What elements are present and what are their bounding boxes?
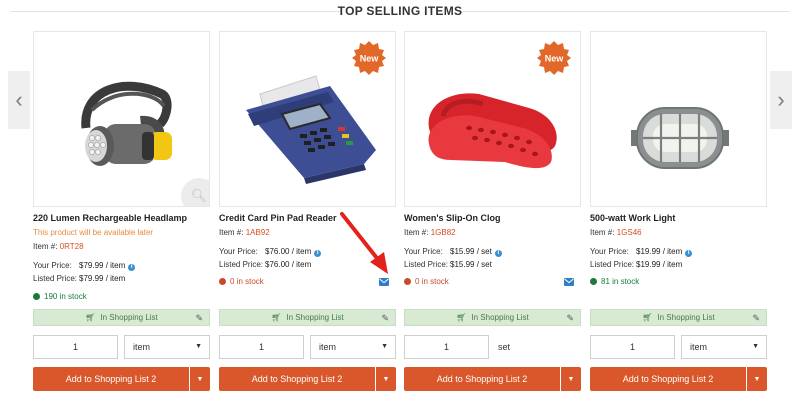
product-name[interactable]: 220 Lumen Rechargeable Headlamp <box>33 213 187 223</box>
quantity-input[interactable]: 1 <box>33 335 118 359</box>
new-badge: New <box>352 41 386 75</box>
cart-icon: 🛒︎ <box>271 313 282 322</box>
add-to-list-dropdown-button[interactable]: ▼ <box>561 367 581 391</box>
cart-icon: 🛒︎ <box>642 313 653 322</box>
in-shopping-list-bar[interactable]: 🛒︎ In Shopping List ✎ <box>219 309 396 326</box>
item-number: Item #: 1AB92 <box>219 228 270 237</box>
listed-price: Listed Price: $15.99 / set <box>404 260 492 269</box>
item-code-link[interactable]: 1AB92 <box>246 228 270 237</box>
unit-label: set <box>498 342 511 352</box>
cart-icon: 🛒︎ <box>85 313 96 322</box>
product-card: 🔍︎ 220 Lumen Rechargeable Headlamp This … <box>33 31 210 401</box>
item-code-link[interactable]: 1GS46 <box>617 228 642 237</box>
listed-price: Listed Price: $19.99 / item <box>590 260 683 269</box>
new-badge: New <box>537 41 571 75</box>
your-price: Your Price: $79.99 / item i <box>33 261 136 271</box>
item-code-link[interactable]: 0RT28 <box>60 242 84 251</box>
info-icon[interactable]: i <box>494 250 502 257</box>
add-to-list-dropdown-button[interactable]: ▼ <box>190 367 210 391</box>
info-icon[interactable]: i <box>314 250 322 257</box>
product-image-link[interactable]: New <box>219 31 396 207</box>
quantity-input[interactable]: 1 <box>404 335 489 359</box>
unit-select[interactable]: item ▼ <box>681 335 767 359</box>
unit-select[interactable]: item ▼ <box>124 335 210 359</box>
chevron-right-icon: › <box>777 87 785 112</box>
section-header: TOP SELLING ITEMS <box>0 0 800 22</box>
out-of-stock-dot-icon <box>404 278 411 285</box>
add-to-shopping-list-button[interactable]: Add to Shopping List 2 <box>590 367 746 391</box>
section-title: TOP SELLING ITEMS <box>337 4 463 18</box>
quantity-input[interactable]: 1 <box>219 335 304 359</box>
add-to-list-dropdown-button[interactable]: ▼ <box>747 367 767 391</box>
availability-note: This product will be available later <box>33 228 154 237</box>
item-number: Item #: 1GB82 <box>404 228 456 237</box>
product-card: New Women's Slip-On Clog Item #: 1GB82 Y… <box>404 31 581 401</box>
out-of-stock-dot-icon <box>219 278 226 285</box>
chevron-left-icon: ‹ <box>15 87 23 112</box>
caret-down-icon: ▼ <box>381 343 388 350</box>
stock-status: 0 in stock <box>404 277 449 286</box>
product-image-link[interactable] <box>590 31 767 207</box>
carousel-next-button[interactable]: › <box>770 71 792 129</box>
headlamp-image <box>81 81 172 166</box>
in-shopping-list-bar[interactable]: 🛒︎ In Shopping List ✎ <box>33 309 210 326</box>
info-icon[interactable]: i <box>128 264 136 271</box>
edit-pencil-icon[interactable]: ✎ <box>566 313 574 324</box>
carousel-prev-button[interactable]: ‹ <box>8 71 30 129</box>
edit-pencil-icon[interactable]: ✎ <box>381 313 389 324</box>
svg-text:New: New <box>360 54 380 64</box>
your-price: Your Price: $15.99 / set i <box>404 247 502 257</box>
add-to-shopping-list-button[interactable]: Add to Shopping List 2 <box>219 367 375 391</box>
annotation-arrow-icon <box>340 212 388 274</box>
product-image-link[interactable]: New <box>404 31 581 207</box>
item-number: Item #: 1GS46 <box>590 228 642 237</box>
zoom-icon[interactable]: 🔍︎ <box>181 178 209 206</box>
mail-notify-icon[interactable] <box>564 278 574 286</box>
product-name[interactable]: 500-watt Work Light <box>590 213 675 223</box>
quantity-input[interactable]: 1 <box>590 335 675 359</box>
add-to-shopping-list-button[interactable]: Add to Shopping List 2 <box>404 367 560 391</box>
item-number: Item #: 0RT28 <box>33 242 84 251</box>
caret-down-icon: ▼ <box>753 375 761 383</box>
listed-price: Listed Price: $79.99 / item <box>33 274 126 283</box>
edit-pencil-icon[interactable]: ✎ <box>195 313 203 324</box>
caret-down-icon: ▼ <box>567 375 575 383</box>
caret-down-icon: ▼ <box>382 375 390 383</box>
stock-status: 81 in stock <box>590 277 639 286</box>
caret-down-icon: ▼ <box>196 375 204 383</box>
in-shopping-list-bar[interactable]: 🛒︎ In Shopping List ✎ <box>404 309 581 326</box>
product-card: 500-watt Work Light Item #: 1GS46 Your P… <box>590 31 767 401</box>
cart-icon: 🛒︎ <box>456 313 467 322</box>
listed-price: Listed Price: $76.00 / item <box>219 260 312 269</box>
product-image-link[interactable]: 🔍︎ <box>33 31 210 207</box>
work-light-image <box>631 107 729 169</box>
your-price: Your Price: $76.00 / item i <box>219 247 322 257</box>
add-to-list-dropdown-button[interactable]: ▼ <box>376 367 396 391</box>
stock-status: 190 in stock <box>33 292 87 301</box>
add-to-shopping-list-button[interactable]: Add to Shopping List 2 <box>33 367 189 391</box>
product-name[interactable]: Women's Slip-On Clog <box>404 213 500 223</box>
edit-pencil-icon[interactable]: ✎ <box>752 313 760 324</box>
stock-status: 0 in stock <box>219 277 264 286</box>
product-name[interactable]: Credit Card Pin Pad Reader <box>219 213 337 223</box>
unit-select[interactable]: item ▼ <box>310 335 396 359</box>
in-stock-dot-icon <box>33 293 40 300</box>
your-price: Your Price: $19.99 / item i <box>590 247 693 257</box>
in-stock-dot-icon <box>590 278 597 285</box>
caret-down-icon: ▼ <box>752 343 759 350</box>
item-code-link[interactable]: 1GB82 <box>431 228 456 237</box>
in-shopping-list-bar[interactable]: 🛒︎ In Shopping List ✎ <box>590 309 767 326</box>
info-icon[interactable]: i <box>685 250 693 257</box>
svg-text:New: New <box>545 54 565 64</box>
caret-down-icon: ▼ <box>195 343 202 350</box>
